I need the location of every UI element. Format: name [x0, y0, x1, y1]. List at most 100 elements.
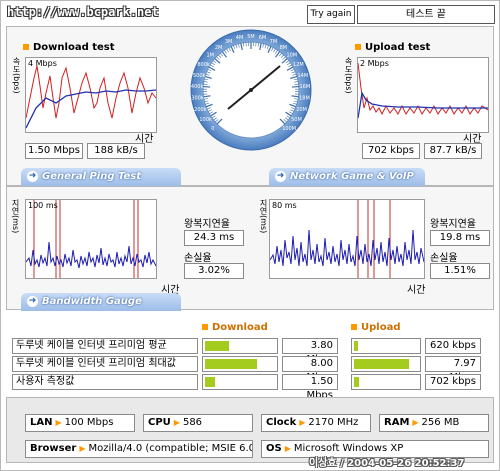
- game-rtt-label: 왕복지연율: [430, 219, 476, 230]
- download-value: 1.50 Mbps: [282, 374, 338, 401]
- download-value: 8.00 Mbps: [282, 356, 338, 383]
- upload-speed-line: [357, 62, 489, 116]
- ping-loss-label: 손실율: [184, 253, 212, 264]
- upload-meter: [351, 338, 421, 354]
- gauge-tick-label: 300k: [191, 96, 204, 102]
- upload-meter: [351, 356, 421, 372]
- cpu-info: CPU ▶ 586: [143, 414, 253, 432]
- ping-panel: 지연(ms) 100 ms 시간 왕복지연율 24.3 ms 손실율 3.02%…: [6, 186, 494, 311]
- arrow-right-icon: ➜: [27, 295, 38, 307]
- browser-info: Browser ▶ Mozilla/4.0 (compatible; MSIE 6.…: [25, 440, 253, 458]
- gauge-tick-label: 5M: [247, 34, 255, 40]
- upload-value: 7.97 Mbps: [425, 356, 481, 383]
- ping-rtt-box: 24.3 ms: [184, 230, 244, 246]
- ping-rtt-label: 왕복지연율: [184, 219, 230, 230]
- gauge-tick-label: 10M: [286, 53, 297, 59]
- upload-ylabel: 속도(bps): [344, 57, 353, 94]
- tab-network-game-voip-test[interactable]: ➜Network Game & VoIP Test: [269, 168, 425, 200]
- gauge-dial: 0 100k 200k 300k 400k 500k 800k 1M2M3M4M 5M 6M7M8…: [190, 29, 312, 151]
- game-rtt-box: 19.8 ms: [430, 230, 490, 246]
- gauge-tick-label: 12M: [293, 62, 304, 68]
- tab-bandwidth-gauge[interactable]: ➜ Bandwidth Gauge: [21, 293, 181, 311]
- bandwidth-row-label: 두루넷 케이블 인터넷 프리미엄 평균: [12, 338, 198, 354]
- gauge-tick-label: 400k: [191, 84, 204, 90]
- game-loss-label: 손실율: [430, 253, 458, 264]
- upload-avg-line: [357, 91, 488, 119]
- upload-meter-fill: [354, 341, 358, 351]
- gauge-hub: [249, 88, 253, 92]
- gauge-tick-label: 50M: [291, 117, 302, 123]
- game-graph: [269, 199, 425, 279]
- upload-value: 702 kbps: [425, 374, 481, 390]
- tab-general-ping-test[interactable]: ➜ General Ping Test: [21, 168, 181, 186]
- site-url: http://www.bcpark.net: [7, 5, 159, 19]
- game-loss-box: 1.51%: [430, 263, 490, 279]
- gauge-tick-label: 14M: [297, 73, 308, 79]
- ping-ylabel: 지연(ms): [11, 199, 20, 234]
- game-xlabel: 시간: [407, 285, 426, 296]
- gauge-tick-label: 16M: [300, 84, 311, 90]
- game-latency-line: [269, 229, 425, 267]
- download-graph: [25, 57, 157, 133]
- upload-rate-box: 87.7 kB/s: [424, 143, 482, 159]
- gauge-tick-label: 1M: [206, 53, 214, 59]
- ping-latency-line: [25, 241, 157, 269]
- download-meter: [202, 338, 278, 354]
- gauge-tick-label: 500k: [193, 73, 206, 79]
- upload-speed-box: 702 kbps: [362, 143, 420, 159]
- status-box: 테스트 끝: [357, 5, 495, 24]
- download-meter-fill: [205, 377, 216, 387]
- download-value: 3.80 Mbps: [282, 338, 338, 365]
- lan-info: LAN ▶ 100 Mbps: [25, 414, 135, 432]
- try-again-button[interactable]: Try again: [307, 5, 355, 24]
- bandwidth-row-label: 사용자 측정값: [12, 374, 198, 390]
- arrow-right-icon: ▶: [55, 418, 62, 427]
- orange-bullet-icon: [351, 324, 357, 330]
- gauge-tick-label: 20M: [296, 107, 307, 113]
- upload-meter-fill: [354, 359, 410, 369]
- game-top-value: 80 ms: [272, 201, 297, 210]
- bandwidth-panel: Download Upload 두루넷 케이블 인터넷 프리미엄 평균 3.80 …: [6, 314, 494, 401]
- gauge-tick-label: 3M: [225, 39, 233, 45]
- arrow-right-icon: ▶: [173, 418, 180, 427]
- gauge-tick-label: 18M: [299, 96, 310, 102]
- gauge-tick-label: 0: [211, 126, 214, 132]
- download-meter-fill: [205, 359, 257, 369]
- upload-top-value: 2 Mbps: [360, 59, 389, 68]
- ping-graph: [25, 199, 157, 279]
- download-meter: [202, 356, 278, 372]
- game-ylabel: 지연(ms): [259, 199, 268, 234]
- arrow-right-icon: ➜: [275, 170, 286, 182]
- clock-info: Clock ▶ 2170 MHz: [261, 414, 371, 432]
- ping-chart: [25, 200, 157, 278]
- speedtest-window: http://www.bcpark.net Try again 테스트 끝 Do…: [0, 0, 500, 471]
- ram-info: RAM ▶ 256 MB: [379, 414, 489, 432]
- download-meter: [202, 374, 278, 390]
- download-chart: [25, 65, 157, 129]
- orange-bullet-icon: [23, 44, 29, 50]
- gauge-tick-label: 7M: [270, 39, 278, 45]
- bandwidth-upload-header: Upload: [351, 322, 400, 333]
- gauge-tick-label: 4M: [236, 35, 244, 41]
- arrow-right-icon: ▶: [412, 418, 419, 427]
- bandwidth-download-header: Download: [202, 322, 268, 333]
- bandwidth-row-label: 두루넷 케이블 인터넷 프리미엄 최대값: [12, 356, 198, 372]
- speed-panel: Download test 속도(bps) 4 Mbps 시간 1.50 Mbp…: [6, 26, 494, 200]
- footer-user-timestamp: 이상효 / 2004-05-26 20:52:37: [309, 458, 465, 469]
- upload-meter-fill: [354, 377, 359, 387]
- upload-graph: [357, 57, 489, 133]
- arrow-right-icon: ▶: [284, 444, 291, 453]
- arrow-right-icon: ▶: [79, 444, 86, 453]
- download-top-value: 4 Mbps: [28, 59, 57, 68]
- orange-bullet-icon: [355, 44, 361, 50]
- ping-top-value: 100 ms: [28, 201, 58, 210]
- download-meter-fill: [205, 341, 229, 351]
- gauge-tick-label: 100M: [282, 126, 296, 132]
- download-title: Download test: [23, 42, 115, 53]
- upload-meter: [351, 374, 421, 390]
- orange-bullet-icon: [202, 324, 208, 330]
- gauge-tick-label: 6M: [259, 35, 267, 41]
- download-rate-box: 188 kB/s: [87, 143, 145, 159]
- speed-gauge: 0 100k 200k 300k 400k 500k 800k 1M 2M 3M 4M 5M 6M 7M 8…: [190, 29, 312, 151]
- upload-title: Upload test: [355, 42, 430, 53]
